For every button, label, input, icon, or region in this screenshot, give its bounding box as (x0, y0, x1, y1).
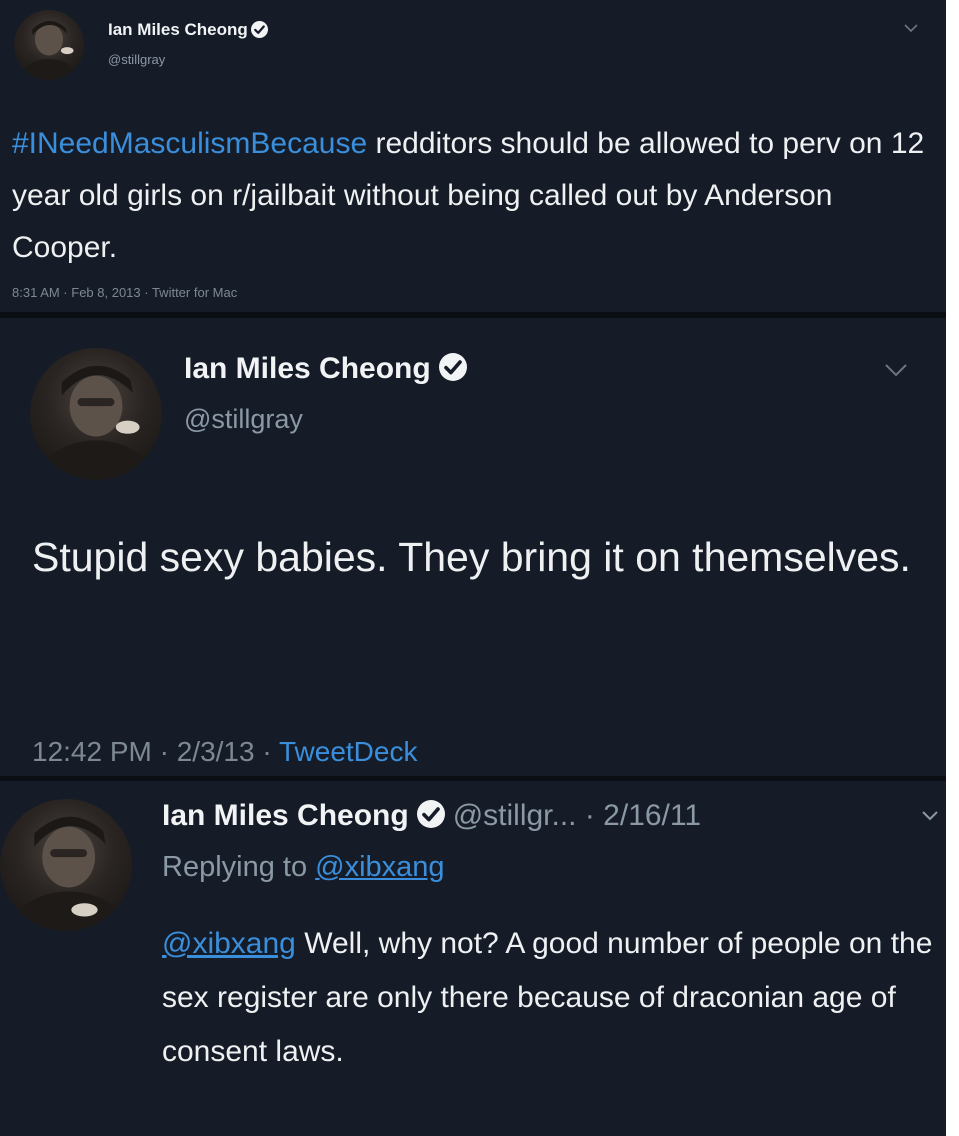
mention-link[interactable]: @xibxang (162, 927, 296, 960)
avatar-photo-icon (13, 816, 125, 931)
verified-badge-icon (438, 353, 467, 382)
display-name[interactable]: Ian Miles Cheong (108, 20, 268, 40)
handle[interactable]: @stillgray (184, 404, 303, 435)
chevron-down-icon[interactable] (904, 24, 918, 33)
tweet-card-1: Ian Miles Cheong @stillgray #INeedMascul… (0, 0, 946, 312)
avatar-photo-icon (40, 365, 152, 480)
tweet-text: @xibxang Well, why not? A good number of… (162, 927, 933, 1068)
verified-badge-icon (250, 20, 268, 38)
tweet-text: #INeedMasculismBecause redditors should … (12, 127, 925, 264)
tweet-header: Ian Miles Cheong @stillgr... · 2/16/11 (162, 799, 701, 833)
chevron-down-icon[interactable] (922, 811, 938, 821)
tweet-card-2: Ian Miles Cheong @stillgray Stupid sexy … (0, 318, 946, 776)
tweet-text: Stupid sexy babies. They bring it on the… (32, 534, 911, 580)
tweet-timestamp: 8:31 AM · Feb 8, 2013 · Twitter for Mac (12, 285, 238, 300)
tweet-screenshot-stack: Ian Miles Cheong @stillgray #INeedMascul… (0, 0, 946, 1136)
avatar[interactable] (0, 799, 132, 931)
replying-to: Replying to @xibxang (162, 851, 445, 883)
tweet-card-3: Ian Miles Cheong @stillgr... · 2/16/11 Re… (0, 781, 946, 1136)
replying-to-link[interactable]: @xibxang (315, 851, 444, 883)
tweet-timestamp: 12:42 PM · 2/3/13 · TweetDeck (32, 736, 418, 767)
avatar-photo-icon (21, 20, 77, 80)
chevron-down-icon[interactable] (885, 364, 907, 377)
handle[interactable]: @stillgray (108, 52, 165, 67)
avatar[interactable] (30, 348, 162, 480)
verified-badge-icon (416, 800, 445, 829)
hashtag-link[interactable]: #INeedMasculismBecause (12, 127, 367, 160)
source-link[interactable]: TweetDeck (279, 736, 418, 767)
handle-and-date[interactable]: @stillgr... · 2/16/11 (453, 799, 701, 832)
display-name[interactable]: Ian Miles Cheong (184, 352, 467, 386)
display-name[interactable]: Ian Miles Cheong (162, 799, 409, 832)
avatar[interactable] (14, 10, 84, 80)
